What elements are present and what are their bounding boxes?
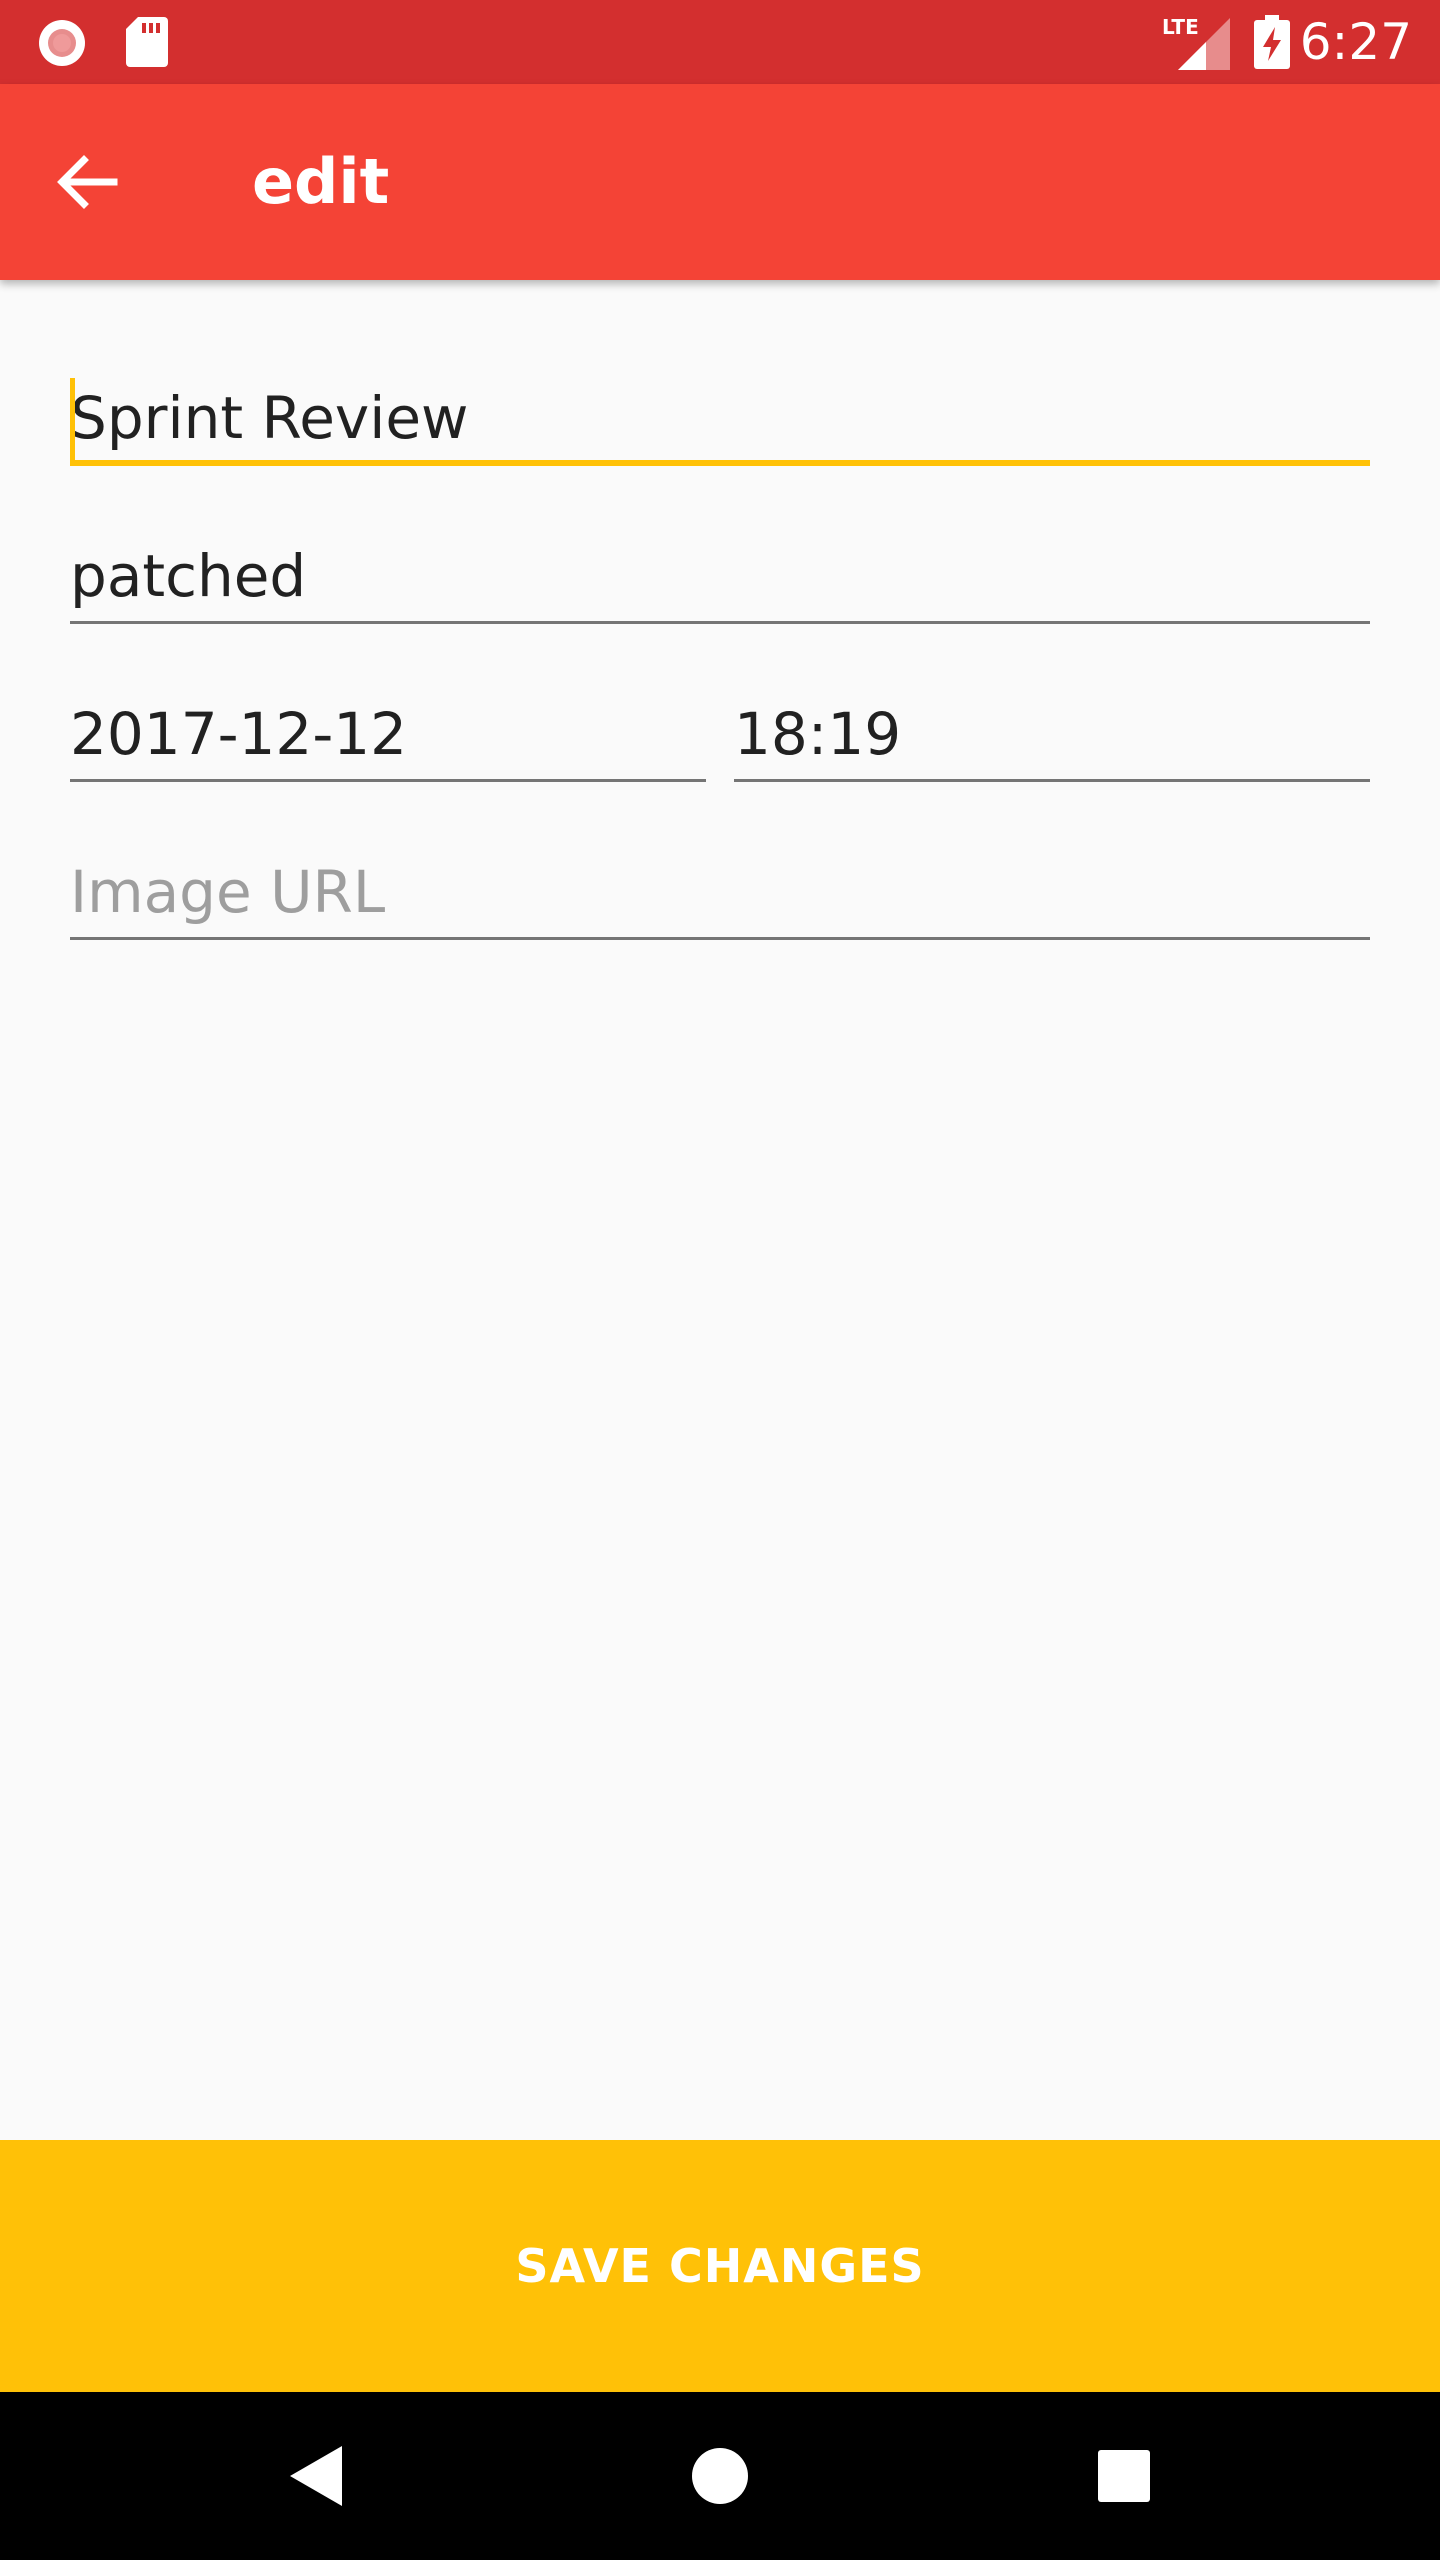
description-underline bbox=[70, 621, 1370, 624]
save-changes-button[interactable]: SAVE CHANGES bbox=[0, 2140, 1440, 2392]
sd-card-icon bbox=[126, 17, 168, 67]
title-underline bbox=[70, 460, 1370, 466]
text-cursor bbox=[70, 378, 75, 462]
home-circle-icon bbox=[692, 2448, 748, 2504]
nav-back-button[interactable] bbox=[270, 2426, 370, 2526]
status-bar: LTE 6:27 bbox=[0, 0, 1440, 84]
title-input[interactable] bbox=[70, 370, 1370, 466]
back-button[interactable] bbox=[46, 140, 130, 224]
description-field bbox=[70, 528, 1370, 624]
description-input[interactable] bbox=[70, 528, 1370, 624]
app-bar: edit bbox=[0, 84, 1440, 280]
status-clock: 6:27 bbox=[1299, 13, 1412, 71]
title-field bbox=[70, 370, 1370, 466]
date-underline bbox=[70, 779, 706, 782]
record-icon bbox=[39, 20, 85, 66]
time-underline bbox=[734, 779, 1370, 782]
image-url-input[interactable] bbox=[70, 844, 1370, 940]
recents-square-icon bbox=[1098, 2450, 1150, 2502]
battery-charging-icon bbox=[1254, 15, 1290, 69]
lte-signal-icon: LTE bbox=[1162, 15, 1230, 70]
navigation-bar bbox=[0, 2392, 1440, 2560]
image-url-underline bbox=[70, 937, 1370, 940]
page-title: edit bbox=[252, 145, 390, 218]
lte-label: LTE bbox=[1162, 15, 1199, 39]
nav-recents-button[interactable] bbox=[1074, 2426, 1174, 2526]
nav-home-button[interactable] bbox=[670, 2426, 770, 2526]
back-triangle-icon bbox=[290, 2446, 342, 2506]
time-field bbox=[734, 686, 1370, 782]
time-input[interactable] bbox=[734, 686, 1370, 782]
arrow-back-icon bbox=[57, 155, 118, 209]
date-input[interactable] bbox=[70, 686, 706, 782]
date-field bbox=[70, 686, 706, 782]
image-url-field bbox=[70, 844, 1370, 940]
